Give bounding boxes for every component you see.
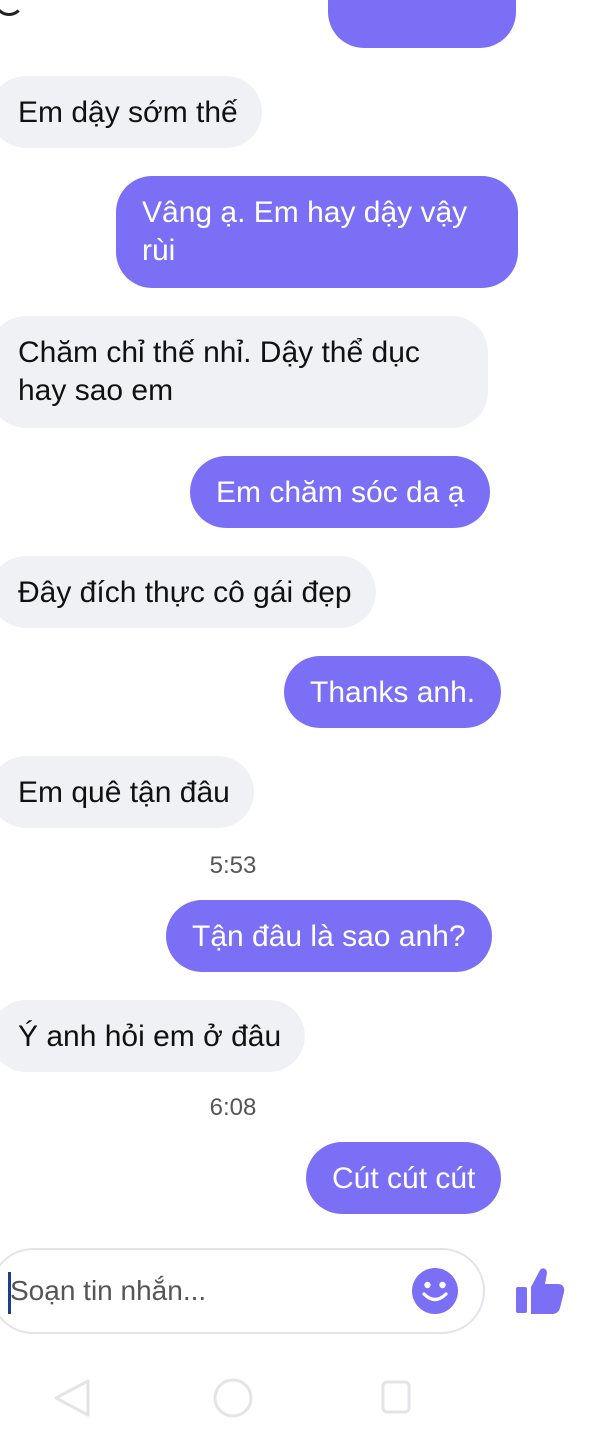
thumbs-up-icon [516, 1268, 565, 1314]
message-timestamp: 5:53 [209, 852, 257, 879]
message-composer [0, 1248, 485, 1334]
smiley-icon [412, 1268, 458, 1314]
chat-screen: Em dậy sớm thế Vâng ạ. Em hay dậy vậy rù… [0, 0, 589, 1445]
message-timestamp: 6:08 [209, 1094, 257, 1121]
message-text: Em chăm sóc da ạ [216, 476, 465, 509]
message-text: Chăm chỉ thế nhỉ. Dậy thể dục hay sao em [18, 336, 420, 407]
back-triangle-icon [54, 1379, 90, 1417]
home-circle-icon [213, 1378, 253, 1418]
nav-home-button[interactable] [212, 1377, 254, 1419]
message-bubble-outgoing[interactable]: Tận đâu là sao anh? [166, 900, 492, 972]
like-button[interactable] [512, 1263, 568, 1319]
message-text: Cút cút cút [332, 1162, 476, 1195]
message-text: Em dậy sớm thế [18, 96, 238, 129]
message-text: Đây đích thực cô gái đẹp [18, 576, 352, 609]
message-bubble-outgoing[interactable]: Em chăm sóc da ạ [190, 456, 491, 528]
system-navigation-bar [0, 1345, 589, 1445]
message-input[interactable] [6, 1250, 400, 1332]
recent-apps-icon [381, 1380, 411, 1414]
message-text: Em quê tận đâu [18, 776, 230, 809]
nav-recent-apps-button[interactable] [380, 1379, 412, 1415]
message-text: Ý anh hỏi em ở đâu [18, 1020, 282, 1053]
nav-back-button[interactable] [48, 1375, 94, 1421]
message-bubble-outgoing[interactable]: Thanks anh. [284, 656, 502, 728]
message-text: Vâng ạ. Em hay dậy vậy rùi [142, 196, 468, 267]
message-text: Tận đâu là sao anh? [192, 920, 466, 953]
message-text: Thanks anh. [310, 676, 476, 709]
message-bubble-incoming[interactable]: Chăm chỉ thế nhỉ. Dậy thể dục hay sao em [0, 316, 488, 428]
status-corner-mark [0, 0, 24, 16]
message-bubble-outgoing-partial[interactable] [328, 0, 516, 48]
message-bubble-incoming[interactable]: Ý anh hỏi em ở đâu [0, 1000, 306, 1072]
message-bubble-outgoing[interactable]: Vâng ạ. Em hay dậy vậy rùi [116, 176, 518, 288]
message-bubble-outgoing[interactable]: Cút cút cút [306, 1142, 502, 1214]
message-bubble-incoming[interactable]: Em quê tận đâu [0, 756, 254, 828]
emoji-button[interactable] [410, 1266, 460, 1316]
message-bubble-incoming[interactable]: Đây đích thực cô gái đẹp [0, 556, 376, 628]
message-bubble-incoming[interactable]: Em dậy sớm thế [0, 76, 262, 148]
text-cursor [8, 1272, 11, 1314]
